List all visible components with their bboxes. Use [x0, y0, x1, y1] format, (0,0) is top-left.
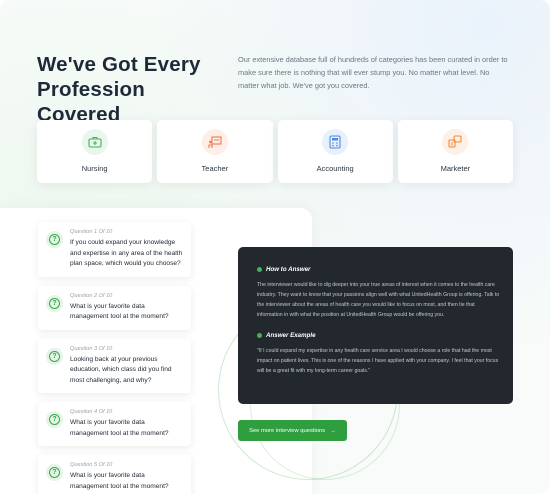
- arrow-right-icon: →: [330, 427, 336, 434]
- intro-text: Our extensive database full of hundreds …: [238, 55, 508, 90]
- answer-example-title: Answer Example: [266, 332, 316, 339]
- answer-example-heading: Answer Example: [257, 332, 501, 339]
- profession-label: Nursing: [81, 164, 108, 173]
- profession-cards: Nursing Teacher Accounting Marketer: [37, 120, 513, 183]
- question-card-3[interactable]: ? Question 3 Of 10 Looking back at your …: [38, 338, 191, 393]
- page-title: We've Got Every Profession Covered: [37, 53, 201, 126]
- question-mark-icon: ?: [46, 294, 63, 312]
- question-mark-icon: ?: [46, 347, 63, 365]
- question-list: ? Question 1 Of 10 If you could expand y…: [38, 222, 191, 494]
- question-mark-icon: ?: [46, 411, 63, 428]
- profession-label: Accounting: [316, 164, 354, 173]
- how-to-answer-text: The interviewer would like to dig deeper…: [257, 282, 500, 318]
- profession-card-accounting[interactable]: Accounting: [277, 120, 393, 183]
- see-more-questions-button[interactable]: See more interview questions →: [238, 420, 347, 441]
- marketing-icon: [442, 129, 469, 155]
- question-number: Question 5 Of 10: [70, 462, 113, 468]
- briefcase-medical-icon: [81, 129, 108, 155]
- page: We've Got Every Profession Covered Our e…: [0, 0, 550, 494]
- profession-card-nursing[interactable]: Nursing: [37, 120, 153, 183]
- question-text: What is your favorite data management to…: [70, 302, 169, 321]
- question-text: Looking back at your previous education,…: [70, 355, 172, 384]
- question-mark-icon: ?: [46, 464, 63, 481]
- bullet-icon: [257, 333, 262, 338]
- how-to-answer-title: How to Answer: [266, 266, 311, 273]
- question-number: Question 4 Of 10: [70, 409, 113, 415]
- calculator-icon: [322, 129, 349, 155]
- question-card-5[interactable]: ? Question 5 Of 10 What is your favorite…: [38, 455, 191, 494]
- cta-label: See more interview questions: [249, 427, 326, 434]
- question-mark-icon: ?: [46, 231, 63, 248]
- question-text: What is your favorite data management to…: [70, 419, 169, 437]
- how-to-answer-heading: How to Answer: [257, 266, 501, 273]
- profession-label: Marketer: [440, 164, 471, 173]
- question-number: Question 1 Of 10: [70, 229, 113, 235]
- answer-panel: How to Answer The interviewer would like…: [238, 247, 513, 404]
- profession-card-marketer[interactable]: Marketer: [397, 120, 513, 183]
- profession-card-teacher[interactable]: Teacher: [157, 120, 273, 183]
- question-number: Question 3 Of 10: [70, 345, 113, 352]
- question-text: What is your favorite data management to…: [70, 472, 169, 490]
- question-card-4[interactable]: ? Question 4 Of 10 What is your favorite…: [38, 402, 191, 446]
- answer-example-text: "If I could expand my expertise in any h…: [257, 348, 499, 374]
- question-card-1[interactable]: ? Question 1 Of 10 If you could expand y…: [38, 222, 191, 277]
- question-text: If you could expand your knowledge and e…: [70, 239, 183, 267]
- question-number: Question 2 Of 10: [70, 292, 113, 299]
- profession-label: Teacher: [201, 164, 229, 173]
- teacher-board-icon: [201, 129, 228, 155]
- bullet-icon: [257, 267, 262, 272]
- question-card-2[interactable]: ? Question 2 Of 10 What is your favorite…: [38, 285, 191, 330]
